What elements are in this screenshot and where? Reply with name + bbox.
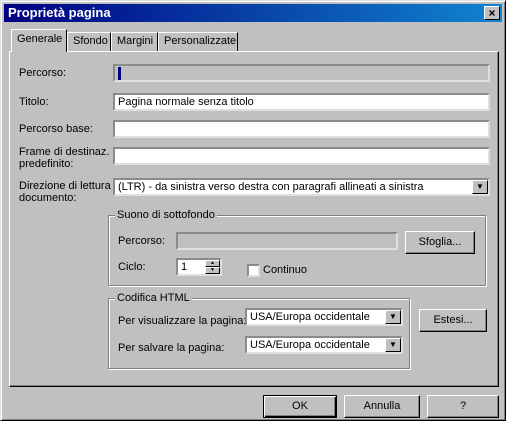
help-button[interactable]: ? [427,395,499,418]
tab-sfondo[interactable]: Sfondo [67,32,111,51]
window-title: Proprietà pagina [8,5,111,20]
tab-sfondo-label: Sfondo [73,35,108,47]
close-button[interactable]: × [484,6,500,20]
tab-margini-label: Margini [117,35,154,47]
cancel-button[interactable]: Annulla [344,395,420,418]
ok-button[interactable]: OK [263,395,337,418]
title-bar[interactable]: Proprietà pagina × [4,4,502,22]
tab-margini[interactable]: Margini [111,32,158,51]
tab-generale-label: Generale [17,33,63,45]
tab-personalizzate-label: Personalizzate [164,35,237,47]
tab-panel-generale [9,51,499,387]
page-properties-dialog: Proprietà pagina × Generale Sfondo Margi… [0,0,506,421]
tab-personalizzate[interactable]: Personalizzate [158,32,238,51]
tab-generale[interactable]: Generale [11,29,67,52]
